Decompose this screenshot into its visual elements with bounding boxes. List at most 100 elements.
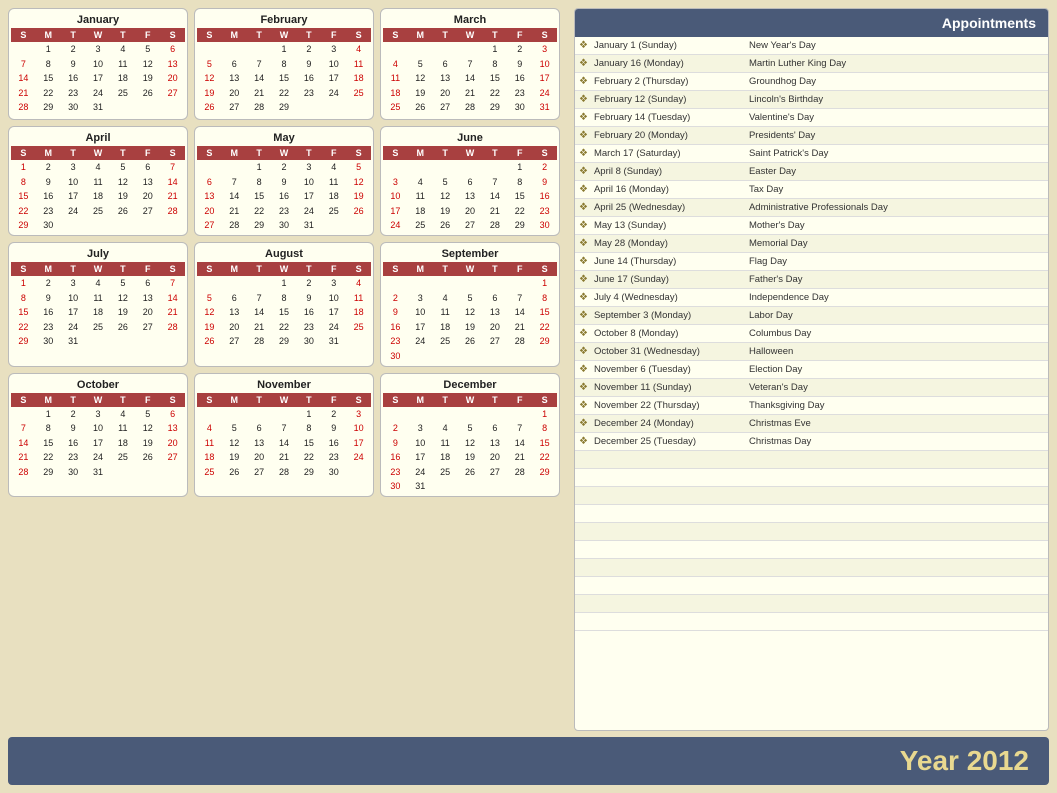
day-header-4: T (296, 146, 321, 160)
day-cell (408, 42, 433, 57)
day-cell (408, 407, 433, 422)
day-cell: 9 (36, 291, 61, 306)
day-cell (433, 407, 458, 422)
day-header-6: S (532, 393, 557, 407)
day-cell: 29 (11, 334, 36, 349)
appointment-date: January 1 (Sunday) (592, 39, 747, 52)
day-cell: 6 (197, 175, 222, 190)
day-cell: 10 (346, 421, 371, 436)
appointment-row: ❖February 14 (Tuesday)Valentine's Day (575, 109, 1048, 127)
day-cell: 12 (110, 175, 135, 190)
appointment-bullet: ❖ (575, 166, 592, 177)
day-cell: 24 (383, 218, 408, 233)
day-cell (383, 407, 408, 422)
appointment-bullet: ❖ (575, 310, 592, 321)
appointment-row: ❖January 1 (Sunday)New Year's Day (575, 37, 1048, 55)
day-cell (11, 42, 36, 57)
day-cell (110, 334, 135, 349)
day-cell: 14 (482, 189, 507, 204)
day-cell: 23 (383, 334, 408, 349)
day-cell: 12 (197, 305, 222, 320)
day-cell: 7 (11, 57, 36, 72)
day-cell: 6 (222, 291, 247, 306)
day-cell: 19 (458, 450, 483, 465)
day-header-1: M (222, 146, 247, 160)
appointment-name: Lincoln's Birthday (747, 93, 1048, 106)
day-cell: 7 (507, 421, 532, 436)
appointment-name: Flag Day (747, 255, 1048, 268)
appointment-name: Presidents' Day (747, 129, 1048, 142)
appointment-row: ❖February 2 (Thursday)Groundhog Day (575, 73, 1048, 91)
day-header-3: W (272, 393, 297, 407)
day-cell: 22 (532, 320, 557, 335)
day-cell: 2 (61, 407, 86, 422)
day-cell: 24 (346, 450, 371, 465)
appointment-name: Christmas Eve (747, 417, 1048, 430)
day-header-5: F (507, 28, 532, 42)
day-cell: 29 (532, 334, 557, 349)
appointment-date: November 11 (Sunday) (592, 381, 747, 394)
appointment-bullet: ❖ (575, 202, 592, 213)
day-cell: 10 (61, 291, 86, 306)
appointment-name: Memorial Day (747, 237, 1048, 250)
day-cell (458, 276, 483, 291)
appointment-name: Martin Luther King Day (747, 57, 1048, 70)
day-cell: 23 (272, 204, 297, 219)
calendar-header-september: September (383, 245, 557, 262)
day-cell: 18 (197, 450, 222, 465)
day-cell: 5 (197, 291, 222, 306)
day-cell: 26 (458, 465, 483, 480)
day-cell: 27 (222, 334, 247, 349)
day-header-0: S (11, 28, 36, 42)
day-header-2: T (247, 28, 272, 42)
day-cell: 26 (110, 320, 135, 335)
day-cell: 12 (135, 421, 160, 436)
appointment-bullet: ❖ (575, 184, 592, 195)
day-cell: 9 (36, 175, 61, 190)
day-cell (247, 42, 272, 57)
day-cell: 31 (86, 465, 111, 480)
day-cell: 6 (222, 57, 247, 72)
day-cell: 24 (321, 320, 346, 335)
calendar-row-0: JanuarySMTWTFS12345678910111213141516171… (8, 8, 568, 120)
appointment-date: April 16 (Monday) (592, 183, 747, 196)
day-cell: 20 (222, 320, 247, 335)
day-cell: 28 (160, 204, 185, 219)
day-header-2: T (433, 28, 458, 42)
day-cell: 24 (408, 334, 433, 349)
day-header-1: M (408, 262, 433, 276)
calendar-row-1: AprilSMTWTFS1234567891011121314151617181… (8, 126, 568, 236)
day-header-5: F (507, 393, 532, 407)
appointment-row: ❖November 22 (Thursday)Thanksgiving Day (575, 397, 1048, 415)
calendar-november: NovemberSMTWTFS1234567891011121314151617… (194, 373, 374, 498)
day-header-2: T (433, 262, 458, 276)
appointments-section: Appointments ❖January 1 (Sunday)New Year… (574, 8, 1049, 731)
appointment-name: Election Day (747, 363, 1048, 376)
day-cell: 18 (383, 86, 408, 101)
day-cell: 30 (383, 479, 408, 494)
day-cell: 8 (296, 421, 321, 436)
appointment-date: February 12 (Sunday) (592, 93, 747, 106)
day-cell: 26 (135, 450, 160, 465)
day-cell: 15 (296, 436, 321, 451)
day-cell: 19 (346, 189, 371, 204)
day-cell: 16 (296, 305, 321, 320)
day-cell: 18 (86, 189, 111, 204)
day-cell: 20 (482, 450, 507, 465)
day-header-1: M (36, 262, 61, 276)
appointment-row-empty (575, 523, 1048, 541)
appointment-bullet: ❖ (575, 238, 592, 249)
day-header-5: F (321, 28, 346, 42)
day-cell: 6 (247, 421, 272, 436)
day-cell: 2 (296, 42, 321, 57)
day-cell: 15 (11, 189, 36, 204)
day-cell: 11 (346, 57, 371, 72)
day-cell: 25 (433, 465, 458, 480)
day-cell (197, 115, 222, 117)
day-cell: 9 (296, 291, 321, 306)
day-cell: 22 (272, 320, 297, 335)
appointment-row: ❖September 3 (Monday)Labor Day (575, 307, 1048, 325)
day-cell: 4 (408, 175, 433, 190)
day-header-1: M (408, 393, 433, 407)
day-cell (247, 276, 272, 291)
